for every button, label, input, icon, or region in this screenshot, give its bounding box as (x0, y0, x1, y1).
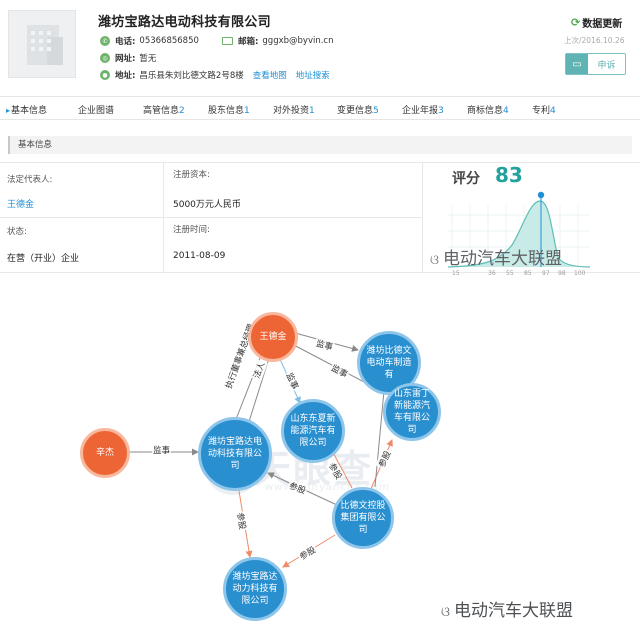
tab-investments[interactable]: 对外投资1 (273, 103, 315, 116)
tab-basic-info[interactable]: 基本信息 (6, 103, 47, 116)
phone-label: 电话: (115, 37, 136, 47)
location-icon: ● (100, 70, 110, 80)
website-label: 网址: (115, 54, 136, 64)
address-value: 昌乐县朱刘比德文路2号8楼 (139, 71, 244, 81)
divider (163, 162, 164, 272)
mail-icon (222, 37, 233, 45)
score-tick: 15 (452, 270, 460, 277)
divider (0, 217, 422, 218)
phone-value: 05366856850 (139, 36, 199, 46)
tab-shareholders[interactable]: 股东信息1 (208, 103, 250, 116)
section-title-basic-info: 基本信息 (8, 136, 632, 154)
email-value[interactable]: gggxb@byvin.cn (262, 36, 333, 46)
tab-trademarks[interactable]: 商标信息4 (467, 103, 509, 116)
wechat-icon: ଓ (441, 605, 450, 620)
phone-icon: ✆ (100, 36, 110, 46)
status-label: 状态: (7, 227, 27, 237)
view-map-link[interactable]: 查看地图 (253, 69, 287, 81)
capital-value: 5000万元人民币 (173, 200, 241, 210)
globe-icon: ◎ (100, 53, 110, 63)
legal-rep-label: 法定代表人: (7, 175, 53, 185)
phone-row: ✆ 电话: 05366856850 (100, 35, 199, 47)
relationship-graph: 天眼查 www.tianyancha.com 执行董事兼总经理 法人 监事 监事… (0, 295, 640, 621)
website-row: ◎ 网址: 暂无 (100, 52, 156, 64)
graph-node-person[interactable]: 王德金 (248, 312, 298, 362)
capital-label: 注册资本: (173, 170, 210, 180)
update-label: 数据更新 (582, 19, 623, 30)
graph-node-company[interactable]: 山东雷丁新能源汽车有限公司 (383, 383, 441, 441)
chat-icon: ▭ (566, 54, 588, 74)
update-data-button[interactable]: ⟳ 数据更新 (571, 15, 622, 30)
score-value: 83 (495, 163, 523, 187)
score-tick: 97 (542, 270, 550, 277)
score-tick: 55 (506, 270, 514, 277)
divider (422, 162, 423, 272)
status-value: 在营（开业）企业 (7, 254, 80, 264)
last-update-time: 上次/2016.10.26 (564, 36, 625, 45)
graph-node-company[interactable]: 山东东夏新能源汽车有限公司 (281, 399, 345, 463)
tab-bar: 基本信息 企业图谱 高管信息2 股东信息1 对外投资1 变更信息5 企业年报3 … (0, 96, 640, 120)
graph-node-person[interactable]: 辛杰 (80, 428, 130, 478)
watermark-top: ଓ 电动汽车大联盟 (430, 249, 562, 269)
tab-executives[interactable]: 高管信息2 (143, 103, 185, 116)
score-tick: 100 (574, 270, 586, 277)
score-tick: 98 (558, 270, 566, 277)
tab-changes[interactable]: 变更信息5 (337, 103, 379, 116)
refresh-icon: ⟳ (571, 16, 581, 29)
reg-time-label: 注册时间: (173, 225, 210, 235)
complain-label: 申诉 (597, 60, 616, 71)
divider (0, 162, 640, 163)
score-tick: 36 (488, 270, 496, 277)
email-label: 邮箱: (238, 37, 259, 47)
graph-node-company[interactable]: 比德文控股集团有限公司 (332, 487, 394, 549)
score-tick: 85 (524, 270, 532, 277)
company-logo (8, 10, 76, 78)
wechat-icon: ଓ (430, 253, 439, 268)
reg-time-value: 2011-08-09 (173, 251, 226, 261)
email-row: 邮箱: gggxb@byvin.cn (222, 35, 334, 47)
graph-node-company[interactable]: 潍坊宝路达电动科技有限公司 (198, 417, 272, 491)
watermark-bottom: ଓ 电动汽车大联盟 (441, 601, 573, 621)
address-label: 地址: (115, 71, 136, 81)
search-address-link[interactable]: 地址搜索 (296, 69, 330, 81)
tab-annual-reports[interactable]: 企业年报3 (402, 103, 444, 116)
graph-node-company[interactable]: 潍坊宝路达动力科技有限公司 (223, 557, 287, 621)
edge-label: 监事 (152, 444, 172, 456)
edge-line (374, 379, 386, 488)
complain-button[interactable]: ▭ 申诉 (565, 53, 626, 75)
tab-graph[interactable]: 企业图谱 (78, 103, 114, 116)
address-row: ● 地址: 昌乐县朱刘比德文路2号8楼 查看地图 地址搜索 (100, 69, 330, 81)
company-name: 潍坊宝路达电动科技有限公司 (98, 15, 271, 30)
legal-rep-value[interactable]: 王德金 (7, 197, 34, 210)
score-marker (537, 191, 545, 199)
website-value: 暂无 (139, 54, 157, 64)
tab-patents[interactable]: 专利4 (532, 103, 556, 116)
